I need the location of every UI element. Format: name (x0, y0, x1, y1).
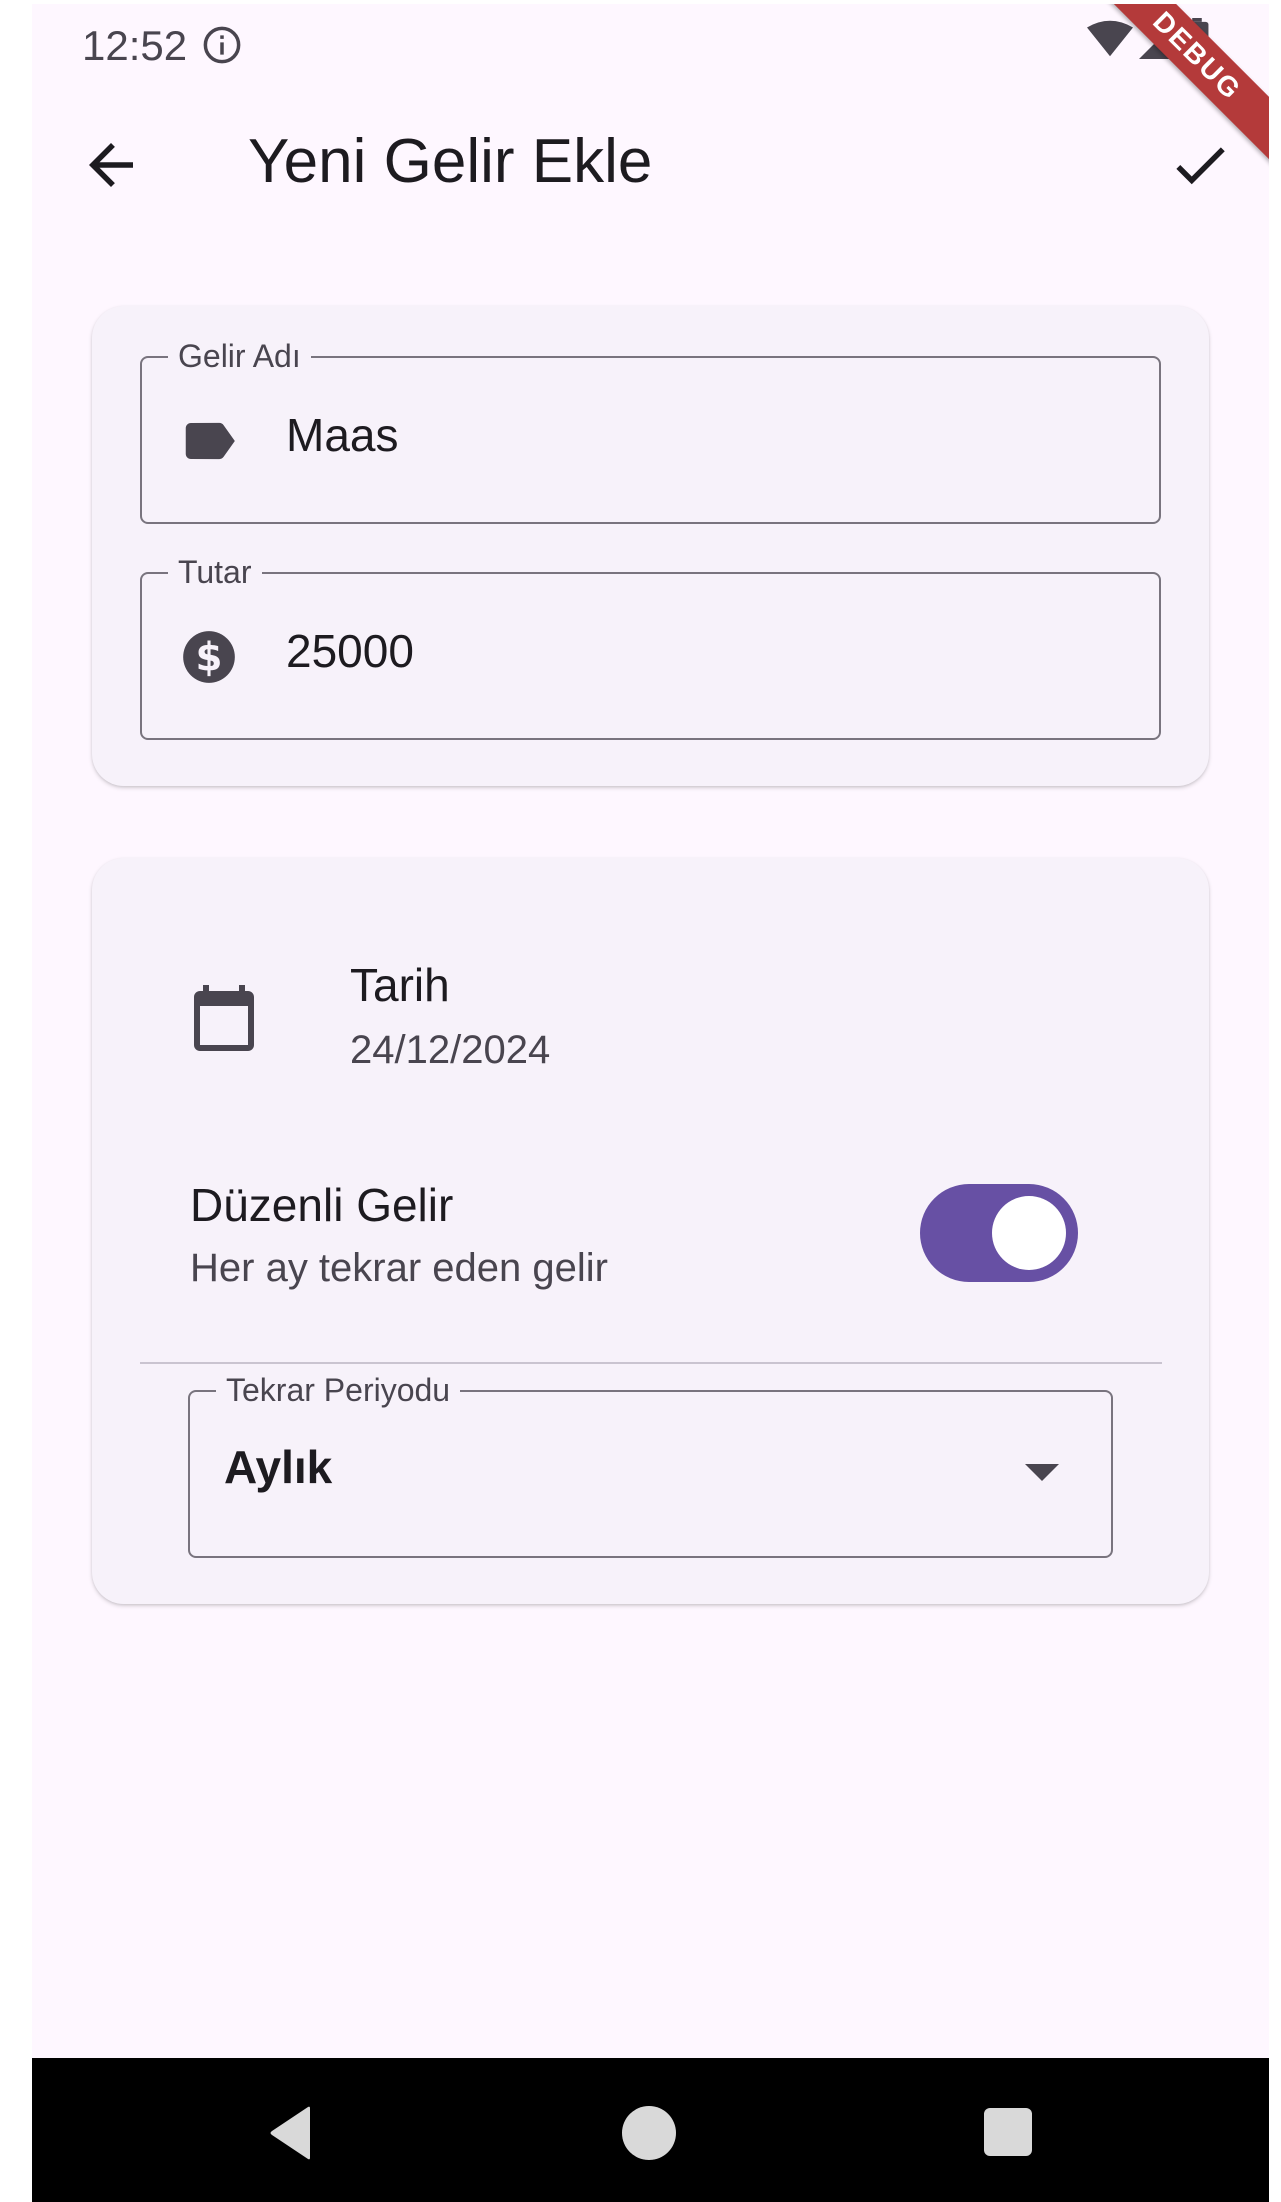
amount-field[interactable]: Tutar $ 25000 (140, 552, 1161, 740)
page-title: Yeni Gelir Ekle (248, 127, 653, 196)
label-tag-icon (185, 422, 235, 460)
svg-text:$: $ (196, 635, 223, 680)
status-bar: 12:52 DEBUG (32, 4, 1269, 178)
toggle-thumb (992, 1196, 1066, 1270)
income-details-card: Tarih 24/12/2024 Düzenli Gelir Her ay te… (92, 858, 1209, 1604)
info-icon (203, 26, 241, 64)
nav-home-icon[interactable] (622, 2106, 676, 2160)
income-info-card: Gelir Adı Maas Tutar $ 25000 (92, 306, 1209, 786)
dollar-icon: $ (183, 631, 235, 683)
app-bar: Yeni Gelir Ekle (32, 104, 1269, 224)
nav-recents-icon[interactable] (984, 2108, 1032, 2156)
amount-value[interactable]: 25000 (286, 624, 414, 678)
system-navigation-bar (32, 2058, 1269, 2202)
income-name-value[interactable]: Maas (286, 408, 398, 462)
income-name-label: Gelir Adı (168, 336, 311, 376)
income-name-field[interactable]: Gelir Adı Maas (140, 336, 1161, 524)
recurring-income-toggle[interactable] (920, 1184, 1078, 1282)
amount-label: Tutar (168, 552, 262, 592)
dropdown-arrow-icon[interactable] (1025, 1464, 1059, 1481)
check-icon[interactable] (1167, 132, 1233, 198)
recurring-income-subtitle: Her ay tekrar eden gelir (190, 1246, 608, 1290)
nav-back-icon[interactable] (268, 2106, 314, 2160)
section-divider (140, 1362, 1162, 1364)
repeat-period-label: Tekrar Periyodu (216, 1370, 461, 1410)
app-screen: 12:52 DEBUG Yeni Gelir Ekle Gelir Adı Ma… (32, 4, 1269, 2202)
repeat-period-dropdown[interactable]: Tekrar Periyodu Aylık (188, 1370, 1113, 1558)
calendar-icon (194, 985, 254, 1051)
date-value: 24/12/2024 (350, 1028, 551, 1072)
wifi-icon (1087, 20, 1133, 57)
status-time: 12:52 (82, 22, 188, 69)
date-picker-row[interactable]: Tarih 24/12/2024 (188, 958, 1088, 1118)
repeat-period-value: Aylık (224, 1441, 333, 1493)
back-arrow-icon[interactable] (78, 132, 144, 198)
date-title: Tarih (350, 959, 450, 1011)
recurring-income-title: Düzenli Gelir (190, 1179, 454, 1231)
